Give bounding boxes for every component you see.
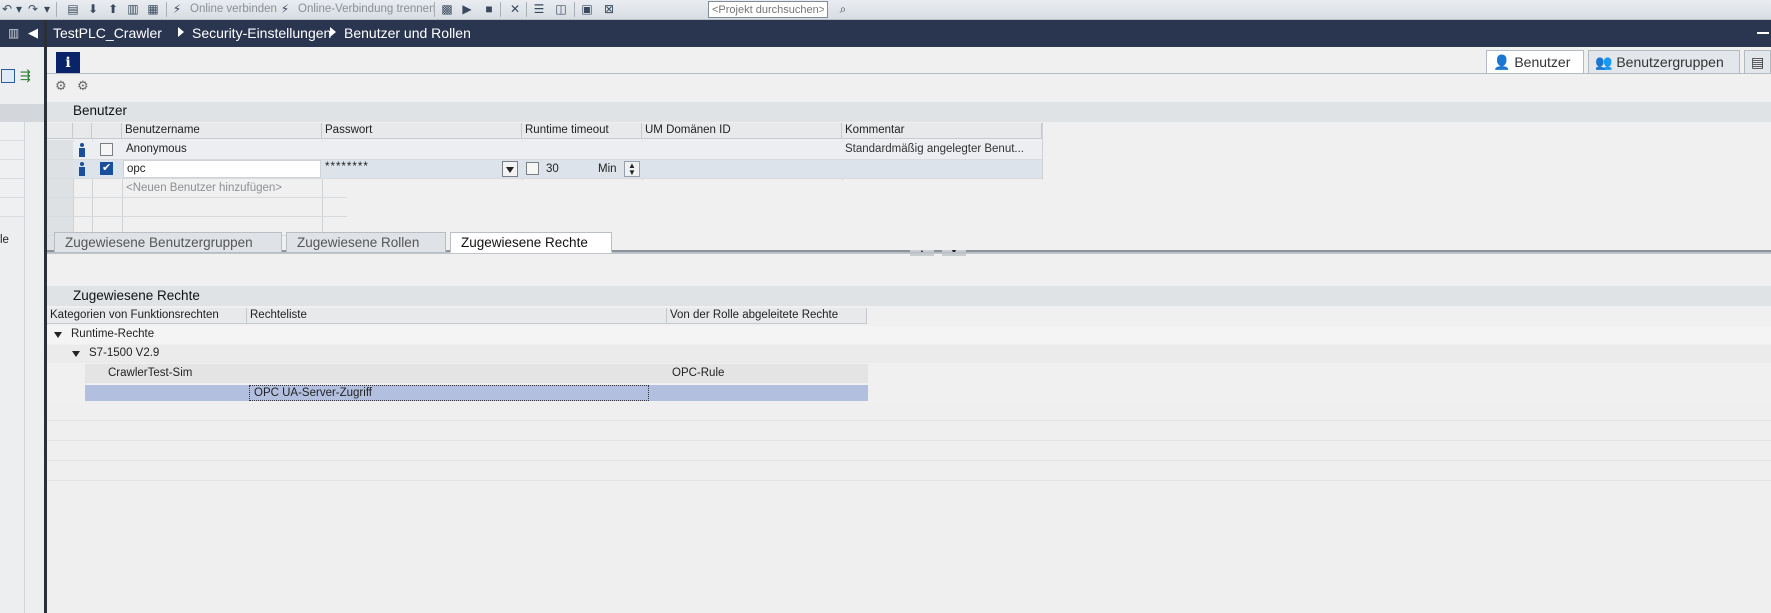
binoculars-icon[interactable]: ⌕ <box>836 2 850 16</box>
tree-node-s7-1500[interactable]: S7-1500 V2.9 <box>89 347 159 359</box>
tab-benutzergruppen[interactable]: 👥 Benutzergruppen <box>1588 50 1740 74</box>
breadcrumb-separator-icon <box>330 27 336 37</box>
online-connect-icon[interactable]: ⚡ <box>170 2 184 16</box>
timeout-unit[interactable]: Min <box>598 163 617 175</box>
stop-cpu-icon[interactable]: ■ <box>482 2 496 16</box>
add-user-row[interactable]: <Neuen Benutzer hinzufügen> <box>126 182 282 194</box>
tab-benutzer[interactable]: 👤 Benutzer <box>1486 50 1584 74</box>
expand-icon[interactable] <box>54 332 62 338</box>
tab-assigned-roles[interactable]: Zugewiesene Rollen <box>286 232 446 253</box>
timeout-stepper[interactable]: ▲ ▼ <box>624 161 640 177</box>
upload-icon[interactable]: ⬆ <box>106 2 120 16</box>
column-header-domain-id[interactable]: UM Domänen ID <box>642 123 842 139</box>
minimize-icon[interactable] <box>1757 32 1769 34</box>
online-connect-button[interactable]: Online verbinden <box>190 3 277 15</box>
column-header-runtime-timeout[interactable]: Runtime timeout <box>522 123 642 139</box>
breadcrumb-users-roles: Benutzer und Rollen <box>344 25 471 41</box>
password-cell[interactable]: ******** <box>325 161 369 173</box>
comment-cell[interactable]: Standardmäßig angelegter Benut... <box>845 143 1024 155</box>
panel-toggle-icon[interactable]: ▥ <box>8 26 19 40</box>
column-header-function-categories[interactable]: Kategorien von Funktionsrechten <box>47 308 247 324</box>
user-group-icon: 👥 <box>1595 54 1613 70</box>
details-view-icon[interactable] <box>1 69 15 83</box>
right-opc-ua-server-access[interactable]: OPC UA-Server-Zugriff <box>254 387 372 399</box>
redo-icon[interactable]: ↷ <box>26 2 40 16</box>
split-horizontal-icon[interactable]: ☰ <box>532 2 546 16</box>
cross-reference-icon[interactable]: ✕ <box>508 2 522 16</box>
device-download-icon[interactable]: ▥ <box>126 2 140 16</box>
tree-row[interactable] <box>85 364 868 383</box>
tab-rollen[interactable]: ▤ <box>1744 50 1771 74</box>
derived-role-cell[interactable]: OPC-Rule <box>672 367 724 379</box>
redo-dropdown-icon[interactable]: ▾ <box>40 2 54 16</box>
compile-icon[interactable]: ▤ <box>66 2 80 16</box>
column-header-derived-rights[interactable]: Von der Rolle abgeleitete Rechte <box>667 308 867 324</box>
add-user-tool-icon[interactable]: ⚙ <box>55 78 67 94</box>
export-icon[interactable]: ⇶ <box>20 68 31 84</box>
info-icon[interactable]: i <box>56 52 80 74</box>
breadcrumb-security[interactable]: Security-Einstellungen <box>192 25 331 41</box>
user-icon <box>78 162 86 176</box>
breadcrumb-project[interactable]: TestPLC_Crawler <box>53 25 162 41</box>
expand-icon[interactable] <box>72 351 80 357</box>
user-icon <box>78 143 86 157</box>
tree-row[interactable] <box>47 345 1771 363</box>
collapse-left-icon[interactable]: ◀ <box>28 25 38 41</box>
simulation-icon[interactable]: ▦ <box>146 2 160 16</box>
sidebar-text-fragment: le <box>0 234 9 246</box>
timeout-value[interactable]: 30 <box>546 163 559 175</box>
role-icon: ▤ <box>1751 54 1765 70</box>
tree-node-crawlertest-sim[interactable]: CrawlerTest-Sim <box>108 367 192 379</box>
main-toolbar: ↶ ▾ ↷ ▾ ▤ ⬇ ⬆ ▥ ▦ ⚡ Online verbinden ⚡ O… <box>0 0 1771 20</box>
users-section-title: Benutzer <box>73 103 128 118</box>
column-header-comment[interactable]: Kommentar <box>842 123 1042 139</box>
sidebar-header: ▥ ◀ <box>0 20 46 47</box>
undo-dropdown-icon[interactable]: ▾ <box>12 2 26 16</box>
tab-assigned-rights[interactable]: Zugewiesene Rechte <box>450 232 612 253</box>
online-disconnect-icon[interactable]: ⚡ <box>278 2 292 16</box>
user-enabled-checkbox[interactable] <box>100 161 113 175</box>
download-icon[interactable]: ⬇ <box>86 2 100 16</box>
user-settings-tool-icon[interactable]: ⚙ <box>77 78 89 94</box>
chevron-down-icon <box>506 167 514 173</box>
accessible-devices-icon[interactable]: ▩ <box>440 2 454 16</box>
maximize-icon[interactable]: ▣ <box>580 2 594 16</box>
project-search-input[interactable] <box>708 1 828 18</box>
timeout-checkbox[interactable] <box>526 162 539 175</box>
username-input[interactable]: opc <box>123 160 321 178</box>
column-header-rights-list[interactable]: Rechteliste <box>247 308 667 324</box>
tree-row[interactable] <box>47 326 1771 344</box>
project-tree-panel: ▥ ◀ ⇶ le <box>0 20 46 613</box>
user-enabled-checkbox[interactable] <box>100 143 113 156</box>
start-cpu-icon[interactable]: ▶ <box>460 2 474 16</box>
username-cell[interactable]: Anonymous <box>126 143 187 155</box>
editor-titlebar: TestPLC_Crawler Security-Einstellungen B… <box>47 20 1771 47</box>
tree-node-runtime-rights[interactable]: Runtime-Rechte <box>71 328 154 340</box>
password-dropdown-button[interactable] <box>502 161 518 177</box>
rights-section-title: Zugewiesene Rechte <box>73 288 200 303</box>
user-icon: 👤 <box>1493 54 1511 70</box>
tab-assigned-user-groups[interactable]: Zugewiesene Benutzergruppen <box>54 232 282 253</box>
split-vertical-icon[interactable]: ◫ <box>554 2 568 16</box>
online-disconnect-button[interactable]: Online-Verbindung trennen <box>298 3 435 15</box>
column-header-username[interactable]: Benutzername <box>122 123 322 139</box>
breadcrumb-separator-icon <box>178 27 184 37</box>
column-header-password[interactable]: Passwort <box>322 123 522 139</box>
close-editor-icon[interactable]: ⊠ <box>602 2 616 16</box>
